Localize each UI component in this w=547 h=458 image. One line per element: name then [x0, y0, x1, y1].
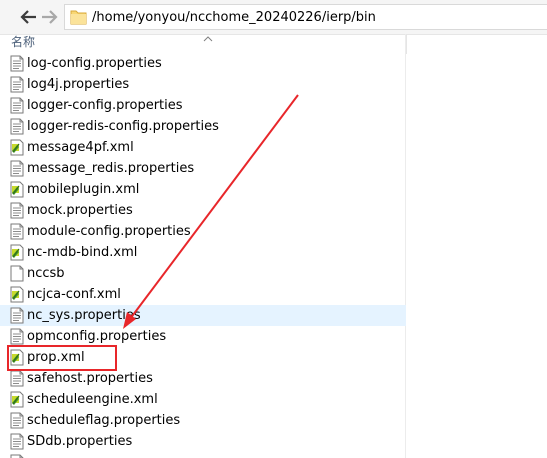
address-path: /home/yonyou/ncchome_20240226/ierp/bin [92, 10, 376, 25]
file-name: log4j.properties [27, 77, 130, 92]
text-file-icon [9, 328, 25, 345]
text-file-icon [9, 118, 25, 135]
back-arrow-icon [19, 10, 37, 24]
file-row[interactable]: mobileplugin.xml [0, 179, 406, 200]
file-name: nccsb [27, 266, 65, 281]
xml-file-icon [9, 181, 25, 198]
file-name: opmconfig.properties [27, 329, 167, 344]
file-row[interactable]: scheduleengine.xml [0, 389, 406, 410]
file-row[interactable]: message4pf.xml [0, 137, 406, 158]
file-row[interactable] [0, 452, 406, 458]
sort-ascending-icon [203, 28, 213, 47]
file-name: scheduleengine.xml [27, 392, 158, 407]
file-name: mobileplugin.xml [27, 182, 140, 197]
file-name: nc_sys.properties [27, 308, 141, 323]
name-column-header[interactable]: 名称 [11, 34, 35, 50]
file-name: SDdb.properties [27, 434, 133, 449]
text-file-icon [9, 454, 25, 458]
xml-file-icon [9, 286, 25, 303]
file-row[interactable]: module-config.properties [0, 221, 406, 242]
forward-arrow-icon [41, 10, 59, 24]
file-row[interactable]: nc-mdb-bind.xml [0, 242, 406, 263]
file-row[interactable]: SDdb.properties [0, 431, 406, 452]
file-list: log-config.properties log4j.properties log… [0, 53, 406, 458]
file-row[interactable]: opmconfig.properties [0, 326, 406, 347]
text-file-icon [9, 160, 25, 177]
address-bar[interactable]: /home/yonyou/ncchome_20240226/ierp/bin [64, 4, 547, 30]
text-file-icon [9, 433, 25, 450]
text-file-icon [9, 412, 25, 429]
file-row[interactable]: log-config.properties [0, 53, 406, 74]
text-file-icon [9, 202, 25, 219]
file-row[interactable]: nc_sys.properties [0, 305, 406, 326]
file-row[interactable]: prop.xml [0, 347, 406, 368]
file-name: message_redis.properties [27, 161, 195, 176]
forward-button[interactable] [40, 7, 60, 27]
text-file-icon [9, 76, 25, 93]
file-name: logger-config.properties [27, 98, 183, 113]
text-file-icon [9, 223, 25, 240]
column-header: 名称 [0, 34, 407, 54]
text-file-icon [9, 370, 25, 387]
file-row[interactable]: scheduleflag.properties [0, 410, 406, 431]
text-file-icon [9, 55, 25, 72]
file-row[interactable]: mock.properties [0, 200, 406, 221]
file-name: module-config.properties [27, 224, 191, 239]
file-row[interactable]: logger-config.properties [0, 95, 406, 116]
navigation-toolbar: /home/yonyou/ncchome_20240226/ierp/bin [0, 0, 547, 35]
file-row[interactable]: nccsb [0, 263, 406, 284]
file-name: scheduleflag.properties [27, 413, 181, 428]
file-row[interactable]: log4j.properties [0, 74, 406, 95]
file-row[interactable]: logger-redis-config.properties [0, 116, 406, 137]
file-name: mock.properties [27, 203, 133, 218]
xml-file-icon [9, 139, 25, 156]
file-name: logger-redis-config.properties [27, 119, 219, 134]
file-name: message4pf.xml [27, 140, 134, 155]
folder-icon [70, 8, 87, 30]
text-file-icon [9, 307, 25, 324]
file-row[interactable]: safehost.properties [0, 368, 406, 389]
file-name: ncjca-conf.xml [27, 287, 121, 302]
xml-file-icon [9, 244, 25, 261]
file-row[interactable]: ncjca-conf.xml [0, 284, 406, 305]
blank-file-icon [9, 265, 25, 282]
file-row[interactable]: message_redis.properties [0, 158, 406, 179]
file-name: nc-mdb-bind.xml [27, 245, 138, 260]
file-name: log-config.properties [27, 56, 162, 71]
back-button[interactable] [18, 7, 38, 27]
xml-file-icon [9, 391, 25, 408]
file-name: safehost.properties [27, 371, 153, 386]
text-file-icon [9, 97, 25, 114]
file-name: prop.xml [27, 350, 85, 365]
xml-file-icon [9, 349, 25, 366]
